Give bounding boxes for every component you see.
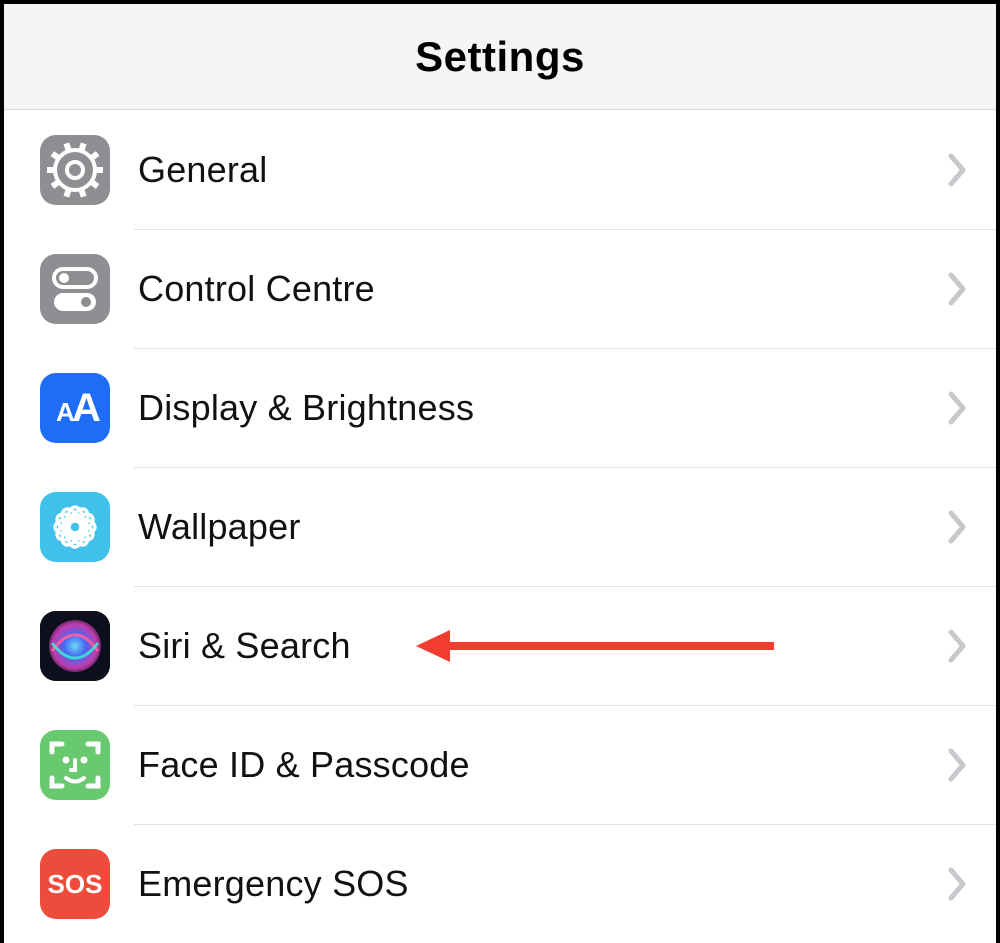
chevron-right-icon [948,272,968,306]
settings-row-label: Siri & Search [138,625,948,667]
toggles-icon [40,254,110,324]
chevron-right-icon [948,153,968,187]
chevron-right-icon [948,629,968,663]
settings-row-label: Display & Brightness [138,387,948,429]
chevron-right-icon [948,748,968,782]
settings-row-sos[interactable]: SOS Emergency SOS [4,824,996,943]
settings-row-label: Control Centre [138,268,948,310]
sos-icon: SOS [40,849,110,919]
gear-icon [40,135,110,205]
flower-icon [40,492,110,562]
page-title: Settings [415,33,585,81]
settings-row-siri[interactable]: Siri & Search [4,586,996,705]
siri-icon [40,611,110,681]
aa-icon: A A [40,373,110,443]
face-icon [40,730,110,800]
chevron-right-icon [948,510,968,544]
settings-header: Settings [4,4,996,110]
settings-row-general[interactable]: General [4,110,996,229]
settings-row-wallpaper[interactable]: Wallpaper [4,467,996,586]
settings-row-control-centre[interactable]: Control Centre [4,229,996,348]
svg-text:A: A [72,386,101,430]
settings-row-label: Face ID & Passcode [138,744,948,786]
chevron-right-icon [948,867,968,901]
chevron-right-icon [948,391,968,425]
settings-row-label: Emergency SOS [138,863,948,905]
svg-text:SOS: SOS [48,869,103,899]
settings-row-label: General [138,149,948,191]
settings-row-label: Wallpaper [138,506,948,548]
settings-row-display[interactable]: A A Display & Brightness [4,348,996,467]
settings-list: General Control Centre A A Display & Bri… [4,110,996,943]
settings-row-faceid[interactable]: Face ID & Passcode [4,705,996,824]
